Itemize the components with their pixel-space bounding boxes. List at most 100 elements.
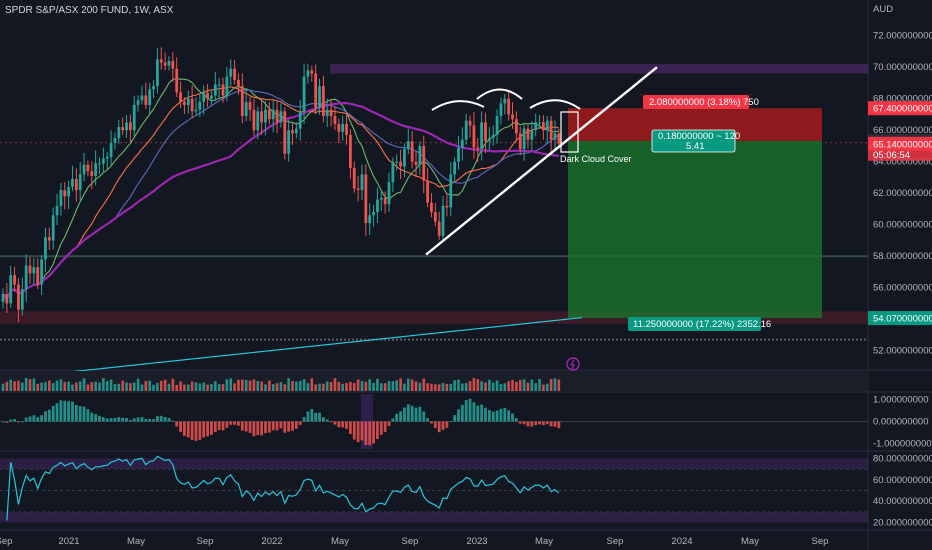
candle[interactable] bbox=[63, 182, 67, 210]
candle[interactable] bbox=[457, 135, 460, 170]
candle[interactable] bbox=[279, 103, 283, 128]
candle[interactable] bbox=[287, 119, 291, 162]
candle[interactable] bbox=[55, 193, 59, 226]
candle[interactable] bbox=[67, 180, 71, 209]
candle[interactable] bbox=[291, 123, 294, 145]
candle[interactable] bbox=[318, 78, 321, 115]
candle[interactable] bbox=[1, 288, 5, 309]
head-shoulder-arc[interactable] bbox=[476, 88, 523, 100]
candle[interactable] bbox=[333, 106, 337, 131]
candle[interactable] bbox=[526, 124, 530, 149]
candle[interactable] bbox=[101, 147, 105, 173]
price-chart[interactable]: Dark Cloud Cover 72.000000000 70.00000000… bbox=[0, 0, 932, 550]
candle[interactable] bbox=[5, 283, 9, 313]
candle[interactable] bbox=[399, 149, 402, 179]
candle[interactable] bbox=[376, 187, 379, 223]
candle[interactable] bbox=[356, 175, 360, 202]
candle[interactable] bbox=[549, 115, 553, 153]
candle[interactable] bbox=[306, 63, 310, 84]
candle[interactable] bbox=[28, 256, 32, 284]
candle[interactable] bbox=[437, 211, 441, 241]
candle[interactable] bbox=[514, 111, 518, 142]
candle[interactable] bbox=[260, 98, 264, 135]
candle[interactable] bbox=[163, 52, 167, 71]
candle[interactable] bbox=[414, 150, 418, 178]
candle[interactable] bbox=[20, 277, 24, 316]
candle[interactable] bbox=[128, 114, 132, 143]
candle[interactable] bbox=[194, 97, 198, 117]
candle[interactable] bbox=[240, 73, 244, 124]
candle[interactable] bbox=[98, 157, 101, 175]
candle[interactable] bbox=[271, 100, 275, 133]
candle[interactable] bbox=[418, 141, 422, 175]
take-profit-zone[interactable] bbox=[568, 140, 822, 319]
candle[interactable] bbox=[152, 79, 155, 99]
candle[interactable] bbox=[140, 85, 144, 105]
candle[interactable] bbox=[217, 77, 221, 98]
candle[interactable] bbox=[310, 65, 314, 82]
candle[interactable] bbox=[82, 152, 86, 182]
candle[interactable] bbox=[480, 111, 484, 161]
candle[interactable] bbox=[321, 75, 325, 123]
lightning-icon[interactable] bbox=[566, 357, 580, 371]
candle[interactable] bbox=[545, 116, 549, 144]
candle[interactable] bbox=[156, 48, 159, 94]
candle[interactable] bbox=[507, 91, 511, 121]
candle[interactable] bbox=[167, 56, 171, 71]
candle[interactable] bbox=[159, 47, 163, 70]
candle[interactable] bbox=[210, 90, 213, 105]
candle[interactable] bbox=[148, 82, 152, 115]
candle[interactable] bbox=[522, 124, 526, 161]
candle[interactable] bbox=[491, 125, 495, 146]
candle[interactable] bbox=[472, 112, 476, 159]
candle[interactable] bbox=[499, 97, 503, 125]
candle[interactable] bbox=[121, 117, 125, 135]
candle[interactable] bbox=[325, 98, 329, 127]
candle[interactable] bbox=[51, 207, 55, 250]
candle[interactable] bbox=[410, 131, 414, 169]
candle[interactable] bbox=[372, 204, 375, 227]
candle[interactable] bbox=[105, 151, 109, 170]
candle[interactable] bbox=[171, 52, 175, 82]
candle[interactable] bbox=[294, 122, 298, 139]
candle[interactable] bbox=[433, 203, 437, 227]
candle[interactable] bbox=[503, 93, 507, 115]
candle[interactable] bbox=[136, 95, 140, 112]
candle[interactable] bbox=[352, 161, 356, 193]
candle[interactable] bbox=[345, 114, 348, 145]
candle[interactable] bbox=[78, 162, 82, 203]
candle[interactable] bbox=[364, 164, 368, 236]
candle[interactable] bbox=[391, 157, 395, 193]
candle[interactable] bbox=[426, 167, 429, 208]
candle[interactable] bbox=[387, 172, 391, 212]
candle[interactable] bbox=[206, 83, 209, 108]
candle[interactable] bbox=[213, 72, 217, 102]
candle[interactable] bbox=[283, 107, 287, 160]
candle[interactable] bbox=[395, 154, 399, 171]
candle[interactable] bbox=[36, 258, 40, 290]
candle[interactable] bbox=[430, 193, 433, 218]
candle[interactable] bbox=[530, 121, 534, 151]
candle[interactable] bbox=[453, 157, 457, 183]
candle[interactable] bbox=[44, 227, 47, 273]
candle[interactable] bbox=[534, 113, 538, 137]
candle[interactable] bbox=[445, 192, 449, 217]
candle[interactable] bbox=[74, 168, 78, 202]
candle[interactable] bbox=[233, 60, 236, 85]
candle[interactable] bbox=[32, 258, 36, 285]
candle[interactable] bbox=[229, 59, 233, 86]
candle[interactable] bbox=[125, 114, 128, 138]
candle[interactable] bbox=[179, 81, 182, 108]
candle[interactable] bbox=[464, 113, 468, 145]
candle[interactable] bbox=[132, 95, 136, 139]
candle[interactable] bbox=[175, 57, 179, 97]
candle[interactable] bbox=[248, 96, 252, 122]
candle[interactable] bbox=[553, 120, 557, 151]
head-shoulder-arc[interactable] bbox=[529, 99, 581, 110]
candle[interactable] bbox=[71, 165, 74, 192]
candle[interactable] bbox=[109, 130, 113, 167]
candle[interactable] bbox=[302, 63, 306, 125]
candle[interactable] bbox=[186, 90, 190, 114]
candle[interactable] bbox=[368, 203, 372, 235]
candle[interactable] bbox=[59, 182, 63, 216]
